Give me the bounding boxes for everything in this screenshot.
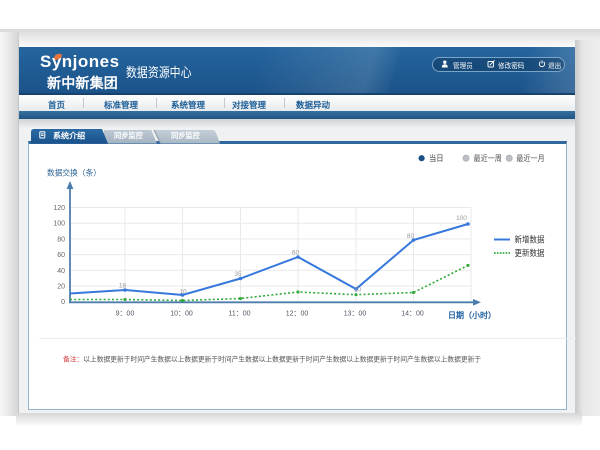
svg-text:10: 10	[354, 287, 362, 294]
svg-text:20: 20	[57, 284, 65, 291]
svg-text:18: 18	[119, 283, 127, 290]
svg-text:120: 120	[53, 205, 65, 212]
svg-text:0: 0	[61, 299, 65, 306]
svg-text:60: 60	[57, 252, 65, 259]
svg-text:最近一月: 最近一月	[516, 153, 544, 163]
svg-text:9：00: 9：00	[116, 311, 135, 318]
svg-text:10: 10	[179, 289, 187, 296]
svg-text:11：00: 11：00	[228, 311, 250, 318]
svg-text:数据交换（条）: 数据交换（条）	[47, 168, 101, 178]
svg-text:更新数据: 更新数据	[515, 248, 545, 258]
svg-text:40: 40	[57, 268, 65, 275]
svg-text:当日: 当日	[429, 153, 444, 163]
svg-text:35: 35	[234, 271, 242, 278]
svg-text:日期（小时）: 日期（小时）	[448, 310, 496, 320]
svg-text:80: 80	[57, 236, 65, 243]
svg-text:13：00: 13：00	[344, 311, 367, 318]
svg-text:100: 100	[456, 215, 467, 222]
svg-text:12：00: 12：00	[286, 311, 309, 318]
svg-text:新增数据: 新增数据	[515, 235, 545, 245]
svg-text:80: 80	[407, 233, 415, 240]
svg-text:100: 100	[53, 221, 65, 228]
svg-text:10：00: 10：00	[170, 311, 193, 318]
svg-text:60: 60	[292, 250, 300, 257]
svg-text:最近一周: 最近一周	[474, 153, 502, 163]
svg-text:14：00: 14：00	[401, 311, 424, 318]
